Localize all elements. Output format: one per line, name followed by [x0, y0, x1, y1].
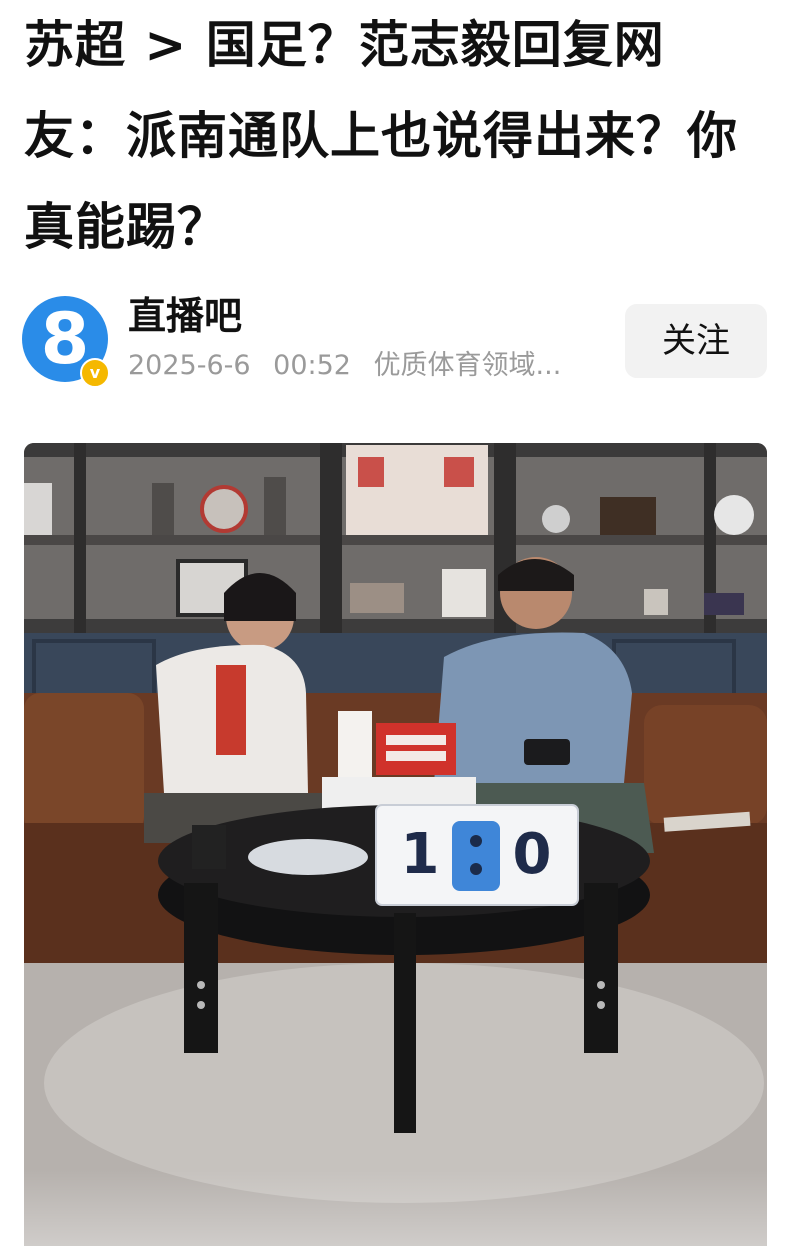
score-left: 1 — [401, 822, 440, 887]
article-video-frame[interactable]: 1 0 — [24, 443, 767, 1246]
score-right: 0 — [513, 822, 552, 887]
red-sign — [376, 723, 456, 775]
follow-button[interactable]: 关注 — [625, 304, 767, 378]
author-avatar[interactable]: 8 v — [22, 296, 110, 388]
publish-time: 00:52 — [273, 350, 351, 381]
author-meta: 2025-6-6 00:52 优质体育领域... — [128, 348, 575, 384]
verified-badge-icon: v — [80, 358, 110, 388]
plate — [248, 839, 368, 875]
author-name[interactable]: 直播吧 — [128, 292, 242, 340]
publish-date: 2025-6-6 — [128, 350, 251, 381]
article-title: 苏超 > 国足？范志毅回复网友：派南通队上也说得出来？你真能踢？ — [24, 16, 738, 256]
scoreboard: 1 0 — [375, 804, 579, 906]
author-row: 8 v 直播吧 2025-6-6 00:52 优质体育领域... 关注 — [0, 290, 786, 390]
drink-can — [338, 711, 372, 777]
author-tag: 优质体育领域... — [373, 350, 562, 381]
video-frame-image: 1 0 — [24, 443, 767, 1246]
cup — [192, 825, 226, 869]
